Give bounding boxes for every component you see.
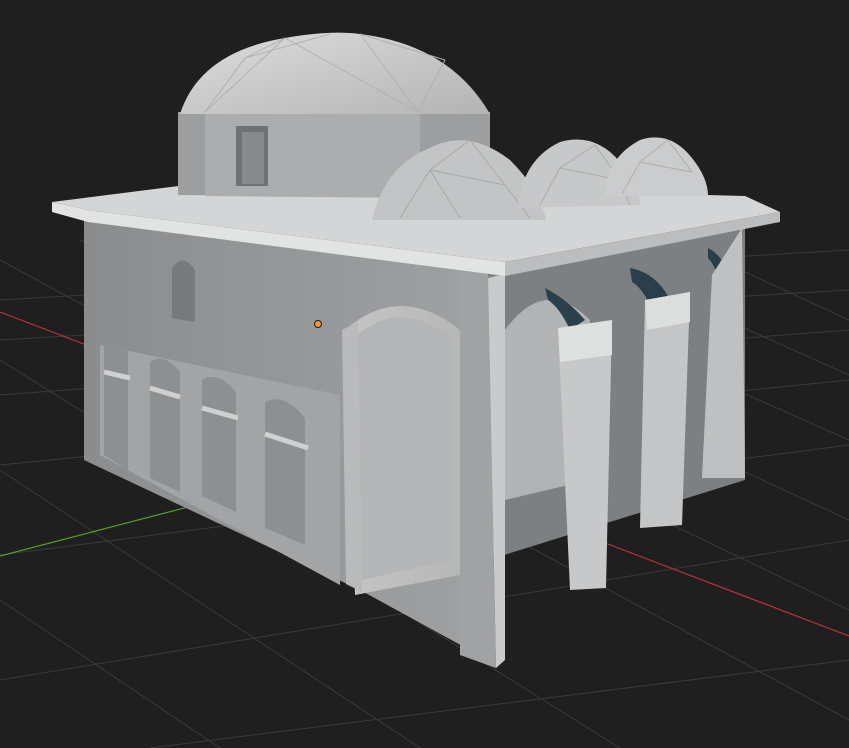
window-2 <box>150 358 180 492</box>
small-dome-3 <box>605 137 708 196</box>
window-4 <box>265 399 305 545</box>
window-1 <box>104 342 128 470</box>
main-dome <box>180 32 490 114</box>
3d-viewport[interactable] <box>0 0 849 748</box>
viewport-canvas[interactable] <box>0 0 849 748</box>
front-arch-inner <box>358 317 452 580</box>
window-3 <box>202 376 236 512</box>
mosque-model[interactable] <box>52 32 780 668</box>
upper-window <box>172 260 195 322</box>
origin-marker[interactable] <box>314 320 322 328</box>
